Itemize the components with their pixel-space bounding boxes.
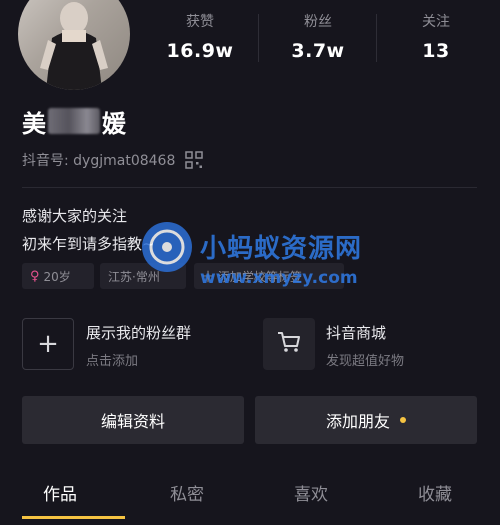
add-friend-button[interactable]: 添加朋友	[255, 396, 477, 444]
add-friend-label: 添加朋友	[325, 412, 390, 431]
stat-fans-value: 3.7w	[291, 40, 345, 62]
plus-icon: +	[37, 329, 59, 359]
cart-icon	[276, 330, 302, 358]
name-blur-mask	[48, 108, 100, 134]
edit-profile-button[interactable]: 编辑资料	[22, 396, 244, 444]
bio-line-2: 初来乍到请多指教~	[22, 235, 155, 253]
notification-dot	[400, 417, 406, 423]
watermark-url: www.xmyzy.com	[200, 268, 358, 288]
qr-code-icon[interactable]	[185, 151, 204, 169]
stat-likes[interactable]: 获赞 16.9w	[145, 12, 255, 62]
tab-private[interactable]: 私密	[127, 480, 247, 505]
tab-likes[interactable]: 喜欢	[251, 480, 371, 505]
tab-works[interactable]: 作品	[0, 480, 120, 505]
stat-fans-label: 粉丝	[304, 14, 332, 30]
stat-following-value: 13	[422, 40, 450, 62]
stat-following-label: 关注	[422, 14, 450, 30]
stat-following[interactable]: 关注 13	[381, 12, 491, 62]
stat-likes-label: 获赞	[186, 14, 214, 30]
fan-group-subtitle: 点击添加	[86, 354, 139, 369]
shop-button[interactable]	[263, 318, 315, 370]
edit-profile-label: 编辑资料	[100, 412, 165, 431]
avatar[interactable]	[18, 0, 130, 90]
profile-name-end: 媛	[102, 109, 126, 138]
watermark-title: 小蚂蚁资源网	[200, 234, 363, 264]
bio-line-1: 感谢大家的关注	[22, 207, 128, 225]
profile-name: 美 媛	[22, 104, 126, 138]
stat-likes-value: 16.9w	[166, 40, 234, 62]
shop-subtitle: 发现超值好物	[326, 354, 405, 369]
fan-group-title[interactable]: 展示我的粉丝群	[86, 322, 191, 343]
shop-title[interactable]: 抖音商城	[326, 322, 386, 343]
stat-separator	[258, 14, 259, 62]
tag-age-label: 20岁	[43, 269, 71, 284]
tab-favorites[interactable]: 收藏	[375, 480, 495, 505]
tab-active-indicator	[22, 516, 125, 519]
avatar-photo	[40, 2, 108, 90]
add-fan-group-button[interactable]: +	[22, 318, 74, 370]
douyin-id: 抖音号: dygjmat08468	[22, 153, 176, 169]
profile-name-start: 美	[22, 109, 46, 138]
stat-separator	[376, 14, 377, 62]
stat-fans[interactable]: 粉丝 3.7w	[263, 12, 373, 62]
douyin-id-row: 抖音号: dygjmat08468	[22, 150, 204, 170]
tag-age: ♀ 20岁	[22, 263, 94, 289]
divider	[22, 187, 477, 188]
watermark-logo	[142, 222, 192, 272]
female-icon: ♀	[30, 268, 40, 284]
watermark: 小蚂蚁资源网 www.xmyzy.com	[142, 222, 382, 292]
